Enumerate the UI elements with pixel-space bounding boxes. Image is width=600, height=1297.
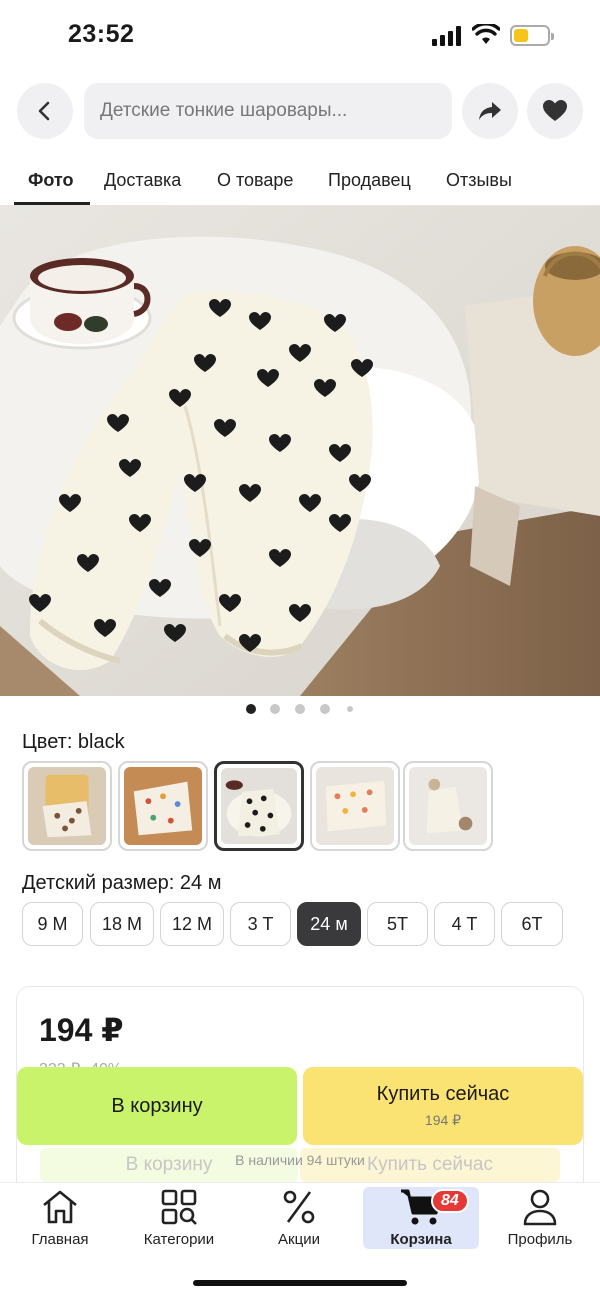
size-option[interactable]: 18 M [90, 902, 154, 946]
cart-badge: 84 [431, 1189, 469, 1213]
product-photo[interactable] [0, 206, 600, 696]
tab-active-indicator [14, 202, 90, 205]
buy-now-price: 194 ₽ [424, 1112, 462, 1128]
tab-seller[interactable]: Продавец [328, 170, 411, 191]
stock-text: В наличии 94 штуки [235, 1152, 365, 1168]
favorite-button[interactable] [527, 83, 583, 139]
tab-photo[interactable]: Фото [28, 170, 73, 191]
current-price: 194 ₽ [39, 1012, 124, 1048]
nav-profile[interactable]: Профиль [482, 1187, 598, 1249]
size-option[interactable]: 12 M [160, 902, 224, 946]
size-option[interactable]: 9 M [22, 902, 83, 946]
nav-label: Профиль [507, 1231, 573, 1248]
status-time: 23:52 [68, 20, 135, 48]
nav-label: Категории [143, 1231, 215, 1248]
nav-label: Акции [278, 1231, 320, 1248]
share-button[interactable] [462, 83, 518, 139]
size-option[interactable]: 6T [501, 902, 563, 946]
chevron-left-icon [38, 101, 50, 121]
back-button[interactable] [17, 83, 73, 139]
size-option-selected[interactable]: 24 м [297, 902, 361, 946]
buy-now-button[interactable]: Купить сейчас 194 ₽ [303, 1067, 583, 1145]
size-option[interactable]: 3 T [230, 902, 291, 946]
categories-icon [161, 1189, 197, 1225]
color-option[interactable] [310, 761, 400, 851]
status-bar: 23:52 [0, 0, 600, 70]
nav-home[interactable]: Главная [2, 1187, 118, 1249]
color-option[interactable] [403, 761, 493, 851]
color-option[interactable] [22, 761, 112, 851]
buy-now-label: Купить сейчас [376, 1083, 510, 1105]
signal-icon [432, 26, 466, 46]
color-option[interactable] [118, 761, 208, 851]
nav-label: Главная [31, 1231, 89, 1248]
home-icon [43, 1190, 77, 1224]
color-option-selected[interactable] [214, 761, 304, 851]
nav-promotions[interactable]: Акции [241, 1187, 357, 1249]
color-label: Цвет: black [22, 731, 125, 753]
gallery-dot[interactable] [320, 704, 330, 714]
size-label: Детский размер: 24 м [22, 872, 222, 894]
tab-delivery[interactable]: Доставка [104, 170, 181, 191]
share-icon [479, 102, 501, 120]
tab-reviews[interactable]: Отзывы [446, 170, 512, 191]
heart-icon [543, 100, 567, 121]
profile-icon [523, 1189, 557, 1226]
nav-cart[interactable]: Корзина 84 [363, 1187, 479, 1249]
nav-label: Корзина [390, 1231, 452, 1248]
gallery-dot[interactable] [295, 704, 305, 714]
gallery-dot[interactable] [270, 704, 280, 714]
size-option[interactable]: 5T [367, 902, 428, 946]
battery-icon [510, 25, 554, 46]
size-option[interactable]: 4 T [434, 902, 495, 946]
wifi-icon [472, 24, 500, 44]
gallery-pagination [0, 704, 600, 716]
gallery-dot[interactable] [347, 706, 353, 712]
tab-about[interactable]: О товаре [217, 170, 293, 191]
home-indicator [193, 1280, 407, 1286]
nav-categories[interactable]: Категории [121, 1187, 237, 1249]
search-input[interactable]: Детские тонкие шаровары... [84, 83, 452, 139]
gallery-dot[interactable] [246, 704, 256, 714]
percent-icon [283, 1190, 315, 1224]
add-to-cart-button[interactable]: В корзину [17, 1067, 297, 1145]
product-tabs: Фото Доставка О товаре Продавец Отзывы [0, 164, 600, 206]
